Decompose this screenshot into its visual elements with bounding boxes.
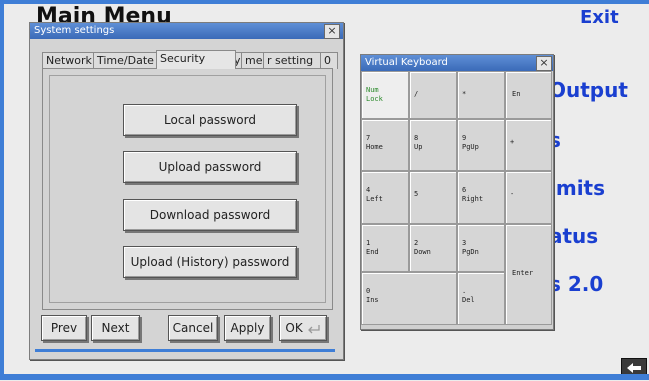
- local-password-button[interactable]: Local password: [123, 104, 297, 136]
- ok-button[interactable]: OK: [279, 315, 327, 341]
- key-num-lock[interactable]: Num Lock: [361, 71, 409, 119]
- menu-item-output[interactable]: Output: [549, 78, 628, 102]
- key-0[interactable]: 0 Ins: [361, 272, 457, 325]
- menu-item-status[interactable]: atus: [549, 224, 598, 248]
- key-minus[interactable]: -: [505, 171, 552, 224]
- system-settings-dialog: System settings × Network Time/Date Secu…: [29, 22, 344, 360]
- key-2[interactable]: 2 Down: [409, 224, 457, 272]
- ok-label: OK: [285, 321, 303, 335]
- key-en[interactable]: En: [505, 71, 552, 119]
- dialog-close-button[interactable]: ×: [324, 24, 340, 39]
- left-accent-bar: [0, 0, 4, 380]
- virtual-keyboard-window: Virtual Keyboard × Num Lock / * En 7 Home 8 U…: [360, 54, 554, 330]
- key-slash[interactable]: /: [409, 71, 457, 119]
- tab-network[interactable]: Network: [42, 52, 98, 69]
- key-3[interactable]: 3 PgDn: [457, 224, 505, 272]
- key-plus[interactable]: +: [505, 119, 552, 171]
- security-tab-panel: Local password Upload password Download …: [42, 68, 333, 310]
- tab-security[interactable]: Security: [156, 50, 236, 69]
- upload-history-password-button[interactable]: Upload (History) password: [123, 246, 297, 278]
- apply-button[interactable]: Apply: [224, 315, 271, 341]
- key-asterisk[interactable]: *: [457, 71, 505, 119]
- download-password-button[interactable]: Download password: [123, 199, 297, 231]
- enter-arrow-icon: [307, 324, 320, 333]
- key-enter[interactable]: Enter: [505, 224, 552, 325]
- tab-partial-0[interactable]: 0: [320, 52, 338, 69]
- keyboard-title: Virtual Keyboard: [361, 55, 553, 71]
- dialog-bottom-bar: [35, 349, 335, 352]
- keyboard-close-button[interactable]: ×: [536, 56, 552, 71]
- tab-time-date[interactable]: Time/Date: [93, 52, 163, 69]
- dialog-title: System settings: [30, 23, 343, 39]
- key-8[interactable]: 8 Up: [409, 119, 457, 171]
- password-group: Local password Upload password Download …: [49, 75, 326, 303]
- key-5[interactable]: 5: [409, 171, 457, 224]
- key-7[interactable]: 7 Home: [361, 119, 409, 171]
- key-4[interactable]: 4 Left: [361, 171, 409, 224]
- key-1[interactable]: 1 End: [361, 224, 409, 272]
- cancel-button[interactable]: Cancel: [168, 315, 218, 341]
- exit-button[interactable]: Exit: [580, 7, 619, 28]
- next-button[interactable]: Next: [91, 315, 140, 341]
- upload-password-button[interactable]: Upload password: [123, 151, 297, 183]
- tab-partial-setting[interactable]: r setting: [263, 52, 326, 69]
- bottom-accent-bar: [0, 374, 649, 380]
- key-del[interactable]: . Del: [457, 272, 505, 325]
- key-6[interactable]: 6 Right: [457, 171, 505, 224]
- key-9[interactable]: 9 PgUp: [457, 119, 505, 171]
- menu-item-version[interactable]: s 2.0: [549, 272, 603, 296]
- prev-button[interactable]: Prev: [41, 315, 87, 341]
- menu-item-limits[interactable]: imits: [549, 176, 605, 200]
